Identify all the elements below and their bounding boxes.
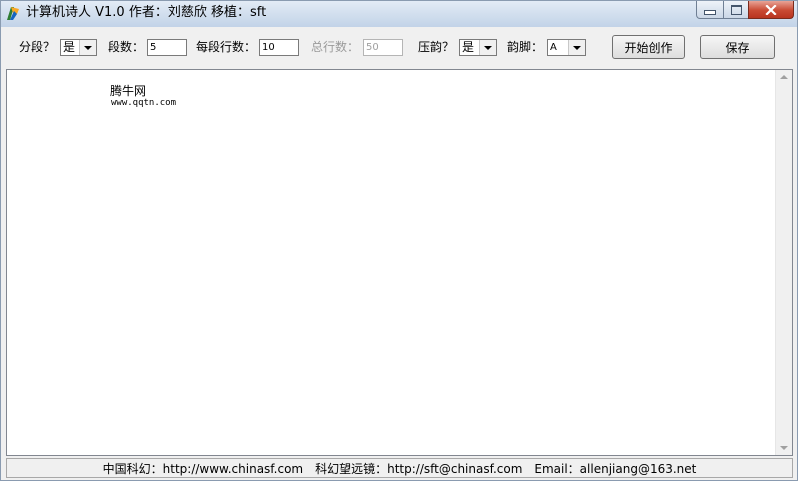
status-bar: 中国科幻：http://www.chinasf.com 科幻望远镜：http:/… — [6, 458, 793, 478]
app-window: 计算机诗人 V1.0 作者：刘慈欣 移植：sft 分段？ 是 段数： 5 每段行… — [0, 0, 798, 481]
chevron-down-icon[interactable] — [479, 40, 496, 55]
save-button[interactable]: 保存 — [700, 35, 775, 59]
scroll-up-icon[interactable] — [780, 75, 788, 79]
rhyme-label: 压韵？ — [418, 40, 455, 54]
total-lines-label: 总行数： — [311, 40, 360, 54]
chevron-down-icon[interactable] — [568, 40, 585, 55]
chevron-down-icon[interactable] — [79, 40, 96, 55]
toolbar: 分段？ 是 段数： 5 每段行数： 10 总行数： 50 压韵？ 是 韵脚： A… — [6, 29, 792, 64]
maximize-button[interactable] — [723, 1, 749, 19]
rhyme-foot-select-value: A — [550, 42, 557, 53]
lines-per-segment-label: 每段行数： — [196, 40, 257, 54]
minimize-button[interactable] — [696, 1, 724, 19]
segment-select-value: 是 — [63, 40, 76, 54]
total-lines-input: 50 — [363, 39, 403, 56]
start-creating-button[interactable]: 开始创作 — [612, 35, 685, 59]
segment-select[interactable]: 是 — [60, 39, 97, 56]
footer-email: Email：allenjiang@163.net — [534, 461, 697, 476]
rhyme-foot-label: 韵脚： — [507, 40, 544, 54]
maximize-icon — [730, 4, 742, 15]
footer-link-chinasf: 中国科幻：http://www.chinasf.com — [102, 461, 304, 476]
footer-link-sft: 科幻望远镜：http://sft@chinasf.com — [315, 461, 523, 476]
window-title: 计算机诗人 V1.0 作者：刘慈欣 移植：sft — [26, 5, 267, 20]
minimize-icon — [704, 10, 716, 15]
poem-output-textarea[interactable]: 腾牛网 www.qqtn.com — [6, 69, 793, 456]
rhyme-select[interactable]: 是 — [459, 39, 497, 56]
app-icon — [7, 7, 19, 20]
watermark-title: 腾牛网 — [110, 84, 147, 98]
segment-label: 分段？ — [19, 40, 56, 54]
segments-label: 段数： — [108, 40, 145, 54]
title-bar[interactable]: 计算机诗人 V1.0 作者：刘慈欣 移植：sft — [1, 1, 797, 27]
close-icon — [765, 4, 777, 15]
rhyme-select-value: 是 — [462, 40, 475, 54]
lines-per-segment-input[interactable]: 10 — [259, 39, 299, 56]
scroll-down-icon[interactable] — [780, 446, 788, 450]
rhyme-foot-select[interactable]: A — [547, 39, 586, 56]
segments-input[interactable]: 5 — [147, 39, 187, 56]
vertical-scrollbar[interactable] — [775, 70, 792, 455]
close-button[interactable] — [748, 1, 794, 19]
watermark-url: www.qqtn.com — [111, 98, 177, 108]
